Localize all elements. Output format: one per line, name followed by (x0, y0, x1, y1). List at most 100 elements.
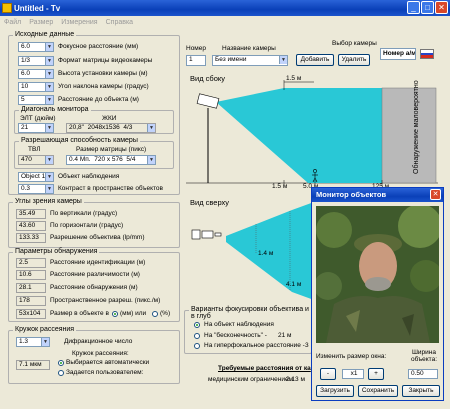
unit-mm-radio[interactable] (112, 311, 118, 317)
chevron-down-icon: ▼ (45, 185, 53, 193)
focus-infinity-radio[interactable] (194, 333, 200, 339)
plate-number-field[interactable]: Номер а/м (380, 48, 416, 60)
matrix-format-select[interactable]: 1/3 ▼ (18, 56, 54, 66)
medical-limit-value: 2.13 м (286, 376, 305, 383)
detection-value: 28.1 (16, 283, 46, 293)
chevron-down-icon: ▼ (45, 70, 53, 78)
camera-height-label: Высота установки камеры (м) (58, 70, 148, 77)
side-top-dist: 1.5 м (286, 75, 302, 82)
close-button[interactable]: ✕ (435, 1, 448, 14)
chevron-down-icon: ▼ (41, 338, 49, 346)
zoom-plus-button[interactable]: + (368, 368, 384, 380)
focal-length-label: Фокусное расстояние (мм) (58, 43, 139, 50)
focus-object-radio[interactable] (194, 322, 200, 328)
side-view-cone (216, 88, 382, 183)
coc-auto-radio[interactable] (58, 360, 64, 366)
elt-select[interactable]: 21 ▼ (18, 123, 54, 133)
load-button[interactable]: Загрузить (316, 385, 354, 397)
chevron-down-icon: ▼ (279, 56, 287, 64)
object-size-value: 53x104 (16, 309, 46, 319)
app-icon (2, 3, 12, 13)
menu-file[interactable]: Файл (4, 19, 21, 26)
unit-pct-radio[interactable] (152, 311, 158, 317)
object-select[interactable]: Object 1x ▼ (18, 172, 54, 182)
focal-length-select[interactable]: 6.0 ▼ (18, 42, 54, 52)
chevron-down-icon: ▼ (45, 83, 53, 91)
lens-icon (214, 232, 222, 237)
monitor-title-bar: Монитор объектов ✕ (312, 188, 443, 202)
side-view-diagram (186, 80, 438, 186)
matrix-size-label: Размер матрицы (пикс) (76, 146, 147, 153)
focus-infinity-label: На "бесконечность" - (204, 332, 267, 339)
tvl-label: ТВЛ (28, 146, 41, 153)
monitor-title: Монитор объектов (316, 190, 387, 199)
object-width-label: Ширина объекта: (410, 349, 438, 363)
menu-size[interactable]: Размер (29, 19, 53, 26)
unit-pct-label: (%) (160, 310, 171, 317)
delete-camera-button[interactable]: Удалить (338, 54, 370, 66)
angles-title: Углы зрения камеры (13, 198, 84, 205)
detection-title: Параметры обнаружения (13, 248, 100, 255)
title-bar: Untitled - Tv (0, 0, 450, 16)
minimize-button[interactable]: _ (407, 1, 420, 14)
close-monitor-button[interactable]: Закрыть (402, 385, 440, 397)
object-monitor-window: Монитор объектов ✕ Изменить размер окна:… (311, 187, 444, 401)
camera-number-field[interactable]: 1 (186, 55, 206, 66)
zoom-minus-button[interactable]: - (320, 368, 336, 380)
elt-label: ЭЛТ (дюйм) (20, 115, 56, 122)
tvl-select[interactable]: 470 ▼ (18, 155, 54, 165)
side-view-zone (381, 87, 437, 184)
contrast-select[interactable]: 0.3 ▼ (18, 184, 54, 194)
camera-name-select[interactable]: Без имени ▼ (212, 55, 288, 66)
menu-measure[interactable]: Измерения (61, 19, 97, 26)
camera-icon (196, 93, 220, 109)
russian-flag-icon (420, 49, 434, 59)
object-distance-select[interactable]: 5 ▼ (18, 95, 54, 105)
add-camera-button[interactable]: Добавить (296, 54, 334, 66)
coc-value: 7.1 мкм (16, 360, 50, 370)
required-distances-title: Требуемые расстояния от ка (218, 365, 311, 372)
source-title: Исходные данные (13, 31, 77, 38)
zoom-value: x1 (342, 369, 364, 379)
object-distance-label: Расстояние до объекта (м) (58, 96, 139, 103)
unit-mm-label: (мм) или (120, 310, 147, 317)
tilt-angle-select[interactable]: 10 ▼ (18, 82, 54, 92)
monitor-diag-title: Диагональ монитора (19, 106, 91, 113)
spatial-resolution-label: Пространственное разреш. (пикс./м) (50, 297, 161, 304)
chevron-down-icon: ▼ (45, 124, 53, 132)
camera-height-select[interactable]: 6.0 ▼ (18, 69, 54, 79)
tilt-angle-label: Угол наклона камеры (градус) (58, 83, 149, 90)
identification-value: 2.5 (16, 258, 46, 268)
focus-hyperfocal-value: 3 (305, 342, 309, 349)
menu-help[interactable]: Справка (106, 19, 133, 26)
focus-hyperfocal-radio[interactable] (194, 343, 200, 349)
coc-label: Кружок рассеяния: (72, 350, 129, 357)
horizontal-angle-value: 43.60 (16, 221, 46, 231)
object-width-field[interactable]: 0.50 (408, 369, 438, 379)
diffraction-select[interactable]: 1.3 ▼ (16, 337, 50, 347)
detection-unlikely-label: Обнаружение маловероятно (413, 80, 420, 174)
matrix-size-select[interactable]: 0.4 Мп. 720 x 576 5/4 ▼ (66, 155, 156, 165)
matrix-format-label: Формат матрицы видеокамеры (58, 57, 153, 64)
lcd-select[interactable]: 20,8" 2048x1536 4/3 ▼ (66, 123, 156, 133)
identification-label: Расстояние идентификации (м) (50, 259, 146, 266)
monitor-close-icon[interactable]: ✕ (430, 189, 441, 200)
object-label: Объект наблюдения (58, 173, 120, 180)
chevron-down-icon: ▼ (45, 156, 53, 164)
horizontal-angle-label: По горизонтали (градус) (50, 222, 124, 229)
recognition-value: 10.6 (16, 270, 46, 280)
save-button[interactable]: Сохранить (358, 385, 398, 397)
focus-object-label: На объект наблюдения (204, 321, 274, 328)
window-title: Untitled - Tv (14, 3, 61, 13)
chevron-down-icon: ▼ (45, 173, 53, 181)
contrast-label: Контраст в пространстве объектов (58, 185, 164, 192)
lens-resolution-value: 133.33 (16, 233, 46, 243)
camera-body-icon (201, 230, 214, 239)
chevron-down-icon: ▼ (45, 57, 53, 65)
chevron-down-icon: ▼ (147, 156, 155, 164)
spatial-resolution-value: 178 (16, 296, 46, 306)
maximize-button[interactable]: □ (421, 1, 434, 14)
recognition-label: Расстояние различимости (м) (50, 271, 140, 278)
focus-infinity-value: 21 м (278, 332, 292, 339)
coc-user-radio[interactable] (58, 370, 64, 376)
